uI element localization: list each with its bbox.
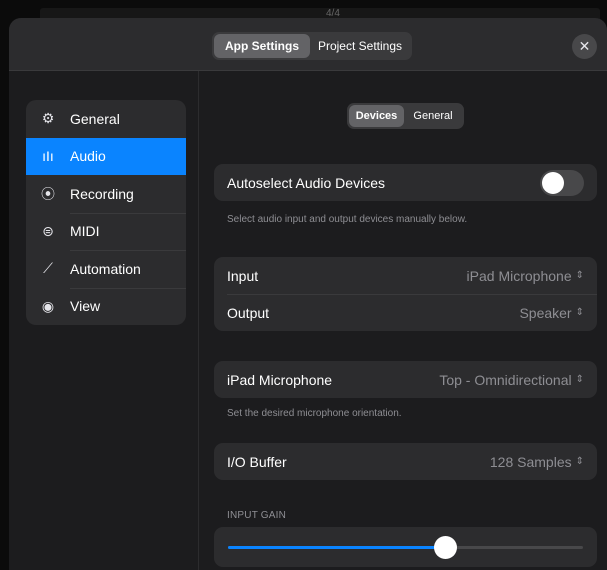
chevron-up-down-icon: ⇕ — [575, 307, 584, 318]
sidebar-item-label: MIDI — [70, 223, 100, 240]
waveform-icon: ıIı — [42, 148, 54, 165]
close-button[interactable]: ✕ — [572, 34, 597, 59]
autoselect-group: Autoselect Audio Devices — [214, 164, 597, 201]
output-row[interactable]: Output Speaker ⇕ — [214, 294, 597, 331]
sidebar-list: ⚙ General ıIı Audio ⦿ Recording ⊜ MIDI ⟋… — [26, 100, 186, 325]
microphone-value: Top - Omnidirectional — [439, 371, 572, 388]
io-buffer-value: 128 Samples — [489, 453, 572, 470]
buffer-group: I/O Buffer 128 Samples ⇕ — [214, 443, 597, 480]
microphone-row[interactable]: iPad Microphone Top - Omnidirectional ⇕ — [214, 361, 597, 398]
chevron-up-down-icon: ⇕ — [575, 374, 584, 385]
gear-icon: ⚙ — [41, 110, 55, 127]
automation-icon: ⟋ — [43, 260, 53, 277]
input-label: Input — [227, 267, 259, 284]
microphone-group: iPad Microphone Top - Omnidirectional ⇕ — [214, 361, 597, 398]
autoselect-toggle[interactable] — [540, 169, 584, 196]
io-devices-group: Input iPad Microphone ⇕ Output Speaker ⇕ — [214, 257, 597, 331]
slider-fill — [228, 546, 445, 549]
sidebar-item-label: Audio — [70, 148, 106, 165]
io-buffer-row[interactable]: I/O Buffer 128 Samples ⇕ — [214, 443, 597, 480]
sidebar-item-label: Recording — [70, 185, 134, 202]
record-icon: ⦿ — [41, 185, 55, 202]
sidebar-item-midi[interactable]: ⊜ MIDI — [26, 212, 186, 251]
toggle-knob — [542, 171, 564, 194]
sidebar-item-label: General — [70, 110, 120, 127]
tab-project-settings[interactable]: Project Settings — [310, 34, 410, 58]
tab-app-settings[interactable]: App Settings — [214, 34, 310, 58]
autoselect-label: Autoselect Audio Devices — [227, 174, 385, 191]
midi-icon: ⊜ — [42, 222, 54, 239]
chevron-up-down-icon: ⇕ — [575, 456, 584, 467]
input-gain-slider[interactable] — [228, 536, 583, 559]
input-gain-group — [214, 527, 597, 567]
input-value: iPad Microphone — [466, 267, 572, 284]
sidebar-item-view[interactable]: ◉ View — [26, 287, 186, 326]
settings-sheet: App Settings Project Settings ✕ ⚙ Genera… — [9, 18, 607, 570]
autoselect-row: Autoselect Audio Devices — [214, 164, 597, 201]
settings-sidebar: ⚙ General ıIı Audio ⦿ Recording ⊜ MIDI ⟋… — [9, 71, 199, 570]
tab-general[interactable]: General — [404, 105, 462, 127]
close-icon: ✕ — [578, 38, 591, 54]
settings-scope-segmented-control: App Settings Project Settings — [212, 32, 412, 60]
chevron-up-down-icon: ⇕ — [575, 270, 584, 281]
audio-section-segmented-control: Devices General — [347, 103, 464, 129]
sidebar-item-label: View — [70, 298, 101, 315]
input-gain-header: INPUT GAIN — [227, 510, 287, 521]
tab-devices[interactable]: Devices — [349, 105, 404, 127]
slider-thumb[interactable] — [433, 536, 457, 559]
settings-header: App Settings Project Settings ✕ — [9, 18, 607, 71]
output-label: Output — [227, 304, 270, 321]
autoselect-footnote: Select audio input and output devices ma… — [227, 214, 468, 225]
io-buffer-label: I/O Buffer — [227, 453, 287, 470]
microphone-footnote: Set the desired microphone orientation. — [227, 408, 402, 419]
eye-icon: ◉ — [41, 297, 55, 314]
sidebar-item-automation[interactable]: ⟋ Automation — [26, 250, 186, 288]
sidebar-item-general[interactable]: ⚙ General — [26, 100, 186, 138]
input-row[interactable]: Input iPad Microphone ⇕ — [214, 257, 597, 294]
audio-settings-panel: Devices General Autoselect Audio Devices… — [199, 71, 607, 570]
sidebar-item-recording[interactable]: ⦿ Recording — [26, 175, 186, 213]
sidebar-item-audio[interactable]: ıIı Audio — [26, 137, 186, 175]
microphone-label: iPad Microphone — [227, 371, 333, 388]
output-value: Speaker — [519, 304, 572, 321]
sidebar-item-label: Automation — [70, 260, 141, 277]
